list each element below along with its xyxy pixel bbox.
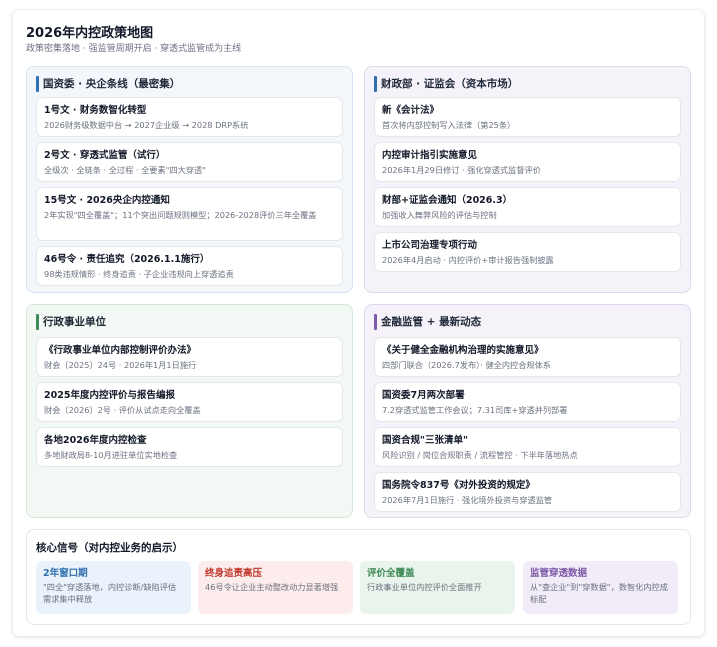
panel-finance: 金融监管 + 最新动态 《关于健全金融机构治理的实施意见》 四部门联合（2026… bbox=[364, 304, 691, 518]
policy-item-desc: 2026年4月启动 · 内控评价+审计报告强制披露 bbox=[382, 255, 554, 265]
policy-item-title: 15号文 · 2026央企内控通知 bbox=[44, 195, 170, 206]
policy-item: 46号令 · 责任追究（2026.1.1施行） 98类违规情形 · 终身追责 ·… bbox=[36, 246, 343, 286]
policy-item-desc: 全级次 · 全链条 · 全过程 · 全要素"四大穿透" bbox=[44, 165, 206, 175]
policy-item-desc: 财会〔2025〕24号 · 2026年1月1日施行 bbox=[44, 360, 197, 370]
policy-item-title: 国务院令837号《对外投资的规定》 bbox=[382, 480, 535, 491]
policy-item-title: 《关于健全金融机构治理的实施意见》 bbox=[382, 345, 544, 356]
policy-item-desc: 风险识别 / 岗位合规职责 / 流程管控 · 下半年落地热点 bbox=[382, 450, 578, 460]
page-subtitle: 政策密集落地 · 强监管周期开启 · 穿透式监管成为主线 bbox=[26, 44, 242, 54]
policy-item: 2025年度内控评价与报告编报 财会〔2026〕2号 · 评价从试点走向全覆盖 bbox=[36, 382, 343, 422]
policy-item-title: 《行政事业单位内部控制评价办法》 bbox=[44, 345, 197, 356]
policy-item-desc: 多地财政局8-10月进驻单位实地检查 bbox=[44, 450, 178, 460]
policy-item: 国资委7月两次部署 7.2穿透式监管工作会议；7.31司库+穿透并列部署 bbox=[374, 382, 681, 422]
signal-card: 评价全覆盖 行政事业单位内控评价全面推开 bbox=[360, 561, 515, 614]
signal-title: 监管穿透数据 bbox=[530, 568, 588, 579]
panel-sasac-title: 国资委 · 央企条线（最密集） bbox=[36, 76, 180, 92]
policy-item-title: 新《会计法》 bbox=[382, 105, 440, 116]
signal-desc: 行政事业单位内控评价全面推开 bbox=[367, 582, 482, 592]
panel-sasac: 国资委 · 央企条线（最密集） 1号文 · 财务数智化转型 2026财务级数据中… bbox=[26, 66, 353, 293]
policy-item: 国务院令837号《对外投资的规定》 2026年7月1日施行 · 强化境外投资与穿… bbox=[374, 472, 681, 512]
accent-bar bbox=[36, 314, 39, 330]
policy-item: 《行政事业单位内部控制评价办法》 财会〔2025〕24号 · 2026年1月1日… bbox=[36, 337, 343, 377]
policy-item: 上市公司治理专项行动 2026年4月启动 · 内控评价+审计报告强制披露 bbox=[374, 232, 681, 272]
panel-admin-title: 行政事业单位 bbox=[36, 314, 106, 330]
policy-item-desc: 首次将内部控制写入法律（第25条） bbox=[382, 120, 516, 130]
page-title: 2026年内控政策地图 bbox=[26, 26, 154, 41]
panel-finance-title-text: 金融监管 + 最新动态 bbox=[381, 316, 482, 328]
policy-item-desc: 98类违规情形 · 终身追责 · 子企业违规向上穿透追责 bbox=[44, 269, 234, 279]
panel-mof: 财政部 · 证监会（资本市场） 新《会计法》 首次将内部控制写入法律（第25条）… bbox=[364, 66, 691, 293]
panel-finance-title: 金融监管 + 最新动态 bbox=[374, 314, 481, 330]
policy-item-title: 2号文 · 穿透式监管（试行） bbox=[44, 150, 166, 161]
signal-card: 监管穿透数据 从"查企业"到"穿数据"，数智化内控成标配 bbox=[523, 561, 678, 614]
policy-item: 内控审计指引实施意见 2026年1月29日修订 · 强化穿透式监督评价 bbox=[374, 142, 681, 182]
policy-item-title: 1号文 · 财务数智化转型 bbox=[44, 105, 147, 116]
policy-item-desc: 四部门联合（2026.7发布）· 健全内控合规体系 bbox=[382, 360, 551, 370]
policy-item-desc: 财会〔2026〕2号 · 评价从试点走向全覆盖 bbox=[44, 405, 201, 415]
panel-sasac-title-text: 国资委 · 央企条线（最密集） bbox=[43, 78, 181, 90]
policy-item: 1号文 · 财务数智化转型 2026财务级数据中台 → 2027企业级 → 20… bbox=[36, 97, 343, 137]
signal-desc: 46号令让企业主动整改动力显著增强 bbox=[205, 582, 339, 592]
core-signals: 核心信号（对内控业务的启示） 2年窗口期 "四全"穿透落地，内控诊断/缺陷评估需… bbox=[26, 529, 691, 625]
panel-mof-title: 财政部 · 证监会（资本市场） bbox=[374, 76, 518, 92]
accent-bar bbox=[36, 76, 39, 92]
policy-item: 新《会计法》 首次将内部控制写入法律（第25条） bbox=[374, 97, 681, 137]
accent-bar bbox=[374, 314, 377, 330]
signal-desc: "四全"穿透落地，内控诊断/缺陷评估需求集中释放 bbox=[43, 582, 177, 604]
policy-item-title: 国资委7月两次部署 bbox=[382, 390, 465, 401]
signal-card: 终身追责高压 46号令让企业主动整改动力显著增强 bbox=[198, 561, 353, 614]
signal-title: 评价全覆盖 bbox=[367, 568, 415, 579]
policy-item-desc: 7.2穿透式监管工作会议；7.31司库+穿透并列部署 bbox=[382, 405, 568, 415]
signal-title: 终身追责高压 bbox=[205, 568, 263, 579]
accent-bar bbox=[374, 76, 377, 92]
signal-desc: 从"查企业"到"穿数据"，数智化内控成标配 bbox=[530, 582, 668, 604]
policy-item-title: 46号令 · 责任追究（2026.1.1施行） bbox=[44, 254, 210, 265]
policy-item-title: 各地2026年度内控检查 bbox=[44, 435, 147, 446]
policy-item: 各地2026年度内控检查 多地财政局8-10月进驻单位实地检查 bbox=[36, 427, 343, 467]
policy-item-title: 上市公司治理专项行动 bbox=[382, 240, 478, 251]
policy-item-title: 内控审计指引实施意见 bbox=[382, 150, 478, 161]
policy-item-desc: 2026财务级数据中台 → 2027企业级 → 2028 DRP系统 bbox=[44, 120, 249, 130]
panel-admin: 行政事业单位 《行政事业单位内部控制评价办法》 财会〔2025〕24号 · 20… bbox=[26, 304, 353, 518]
policy-item-title: 财部+证监会通知（2026.3） bbox=[382, 195, 513, 206]
policy-item-desc: 2年实现"四全覆盖"；11个突出问题规则模型；2026-2028评价三年全覆盖 bbox=[44, 210, 317, 220]
policy-item-desc: 2026年7月1日施行 · 强化境外投资与穿透监管 bbox=[382, 495, 553, 505]
policy-item: 《关于健全金融机构治理的实施意见》 四部门联合（2026.7发布）· 健全内控合… bbox=[374, 337, 681, 377]
policy-item-title: 2025年度内控评价与报告编报 bbox=[44, 390, 175, 401]
policy-item: 国资合规"三张清单" 风险识别 / 岗位合规职责 / 流程管控 · 下半年落地热… bbox=[374, 427, 681, 467]
core-signals-title: 核心信号（对内控业务的启示） bbox=[36, 542, 183, 554]
policy-item: 15号文 · 2026央企内控通知 2年实现"四全覆盖"；11个突出问题规则模型… bbox=[36, 187, 343, 241]
panel-mof-title-text: 财政部 · 证监会（资本市场） bbox=[381, 78, 519, 90]
policy-item-desc: 2026年1月29日修订 · 强化穿透式监督评价 bbox=[382, 165, 541, 175]
policy-item-desc: 加强收入舞弊风险的评估与控制 bbox=[382, 210, 497, 220]
signal-card: 2年窗口期 "四全"穿透落地，内控诊断/缺陷评估需求集中释放 bbox=[36, 561, 191, 614]
panel-admin-title-text: 行政事业单位 bbox=[43, 316, 106, 328]
policy-map-card: 2026年内控政策地图 政策密集落地 · 强监管周期开启 · 穿透式监管成为主线… bbox=[13, 10, 704, 636]
policy-item-title: 国资合规"三张清单" bbox=[382, 435, 468, 446]
policy-item: 财部+证监会通知（2026.3） 加强收入舞弊风险的评估与控制 bbox=[374, 187, 681, 227]
policy-item: 2号文 · 穿透式监管（试行） 全级次 · 全链条 · 全过程 · 全要素"四大… bbox=[36, 142, 343, 182]
signal-title: 2年窗口期 bbox=[43, 568, 88, 579]
